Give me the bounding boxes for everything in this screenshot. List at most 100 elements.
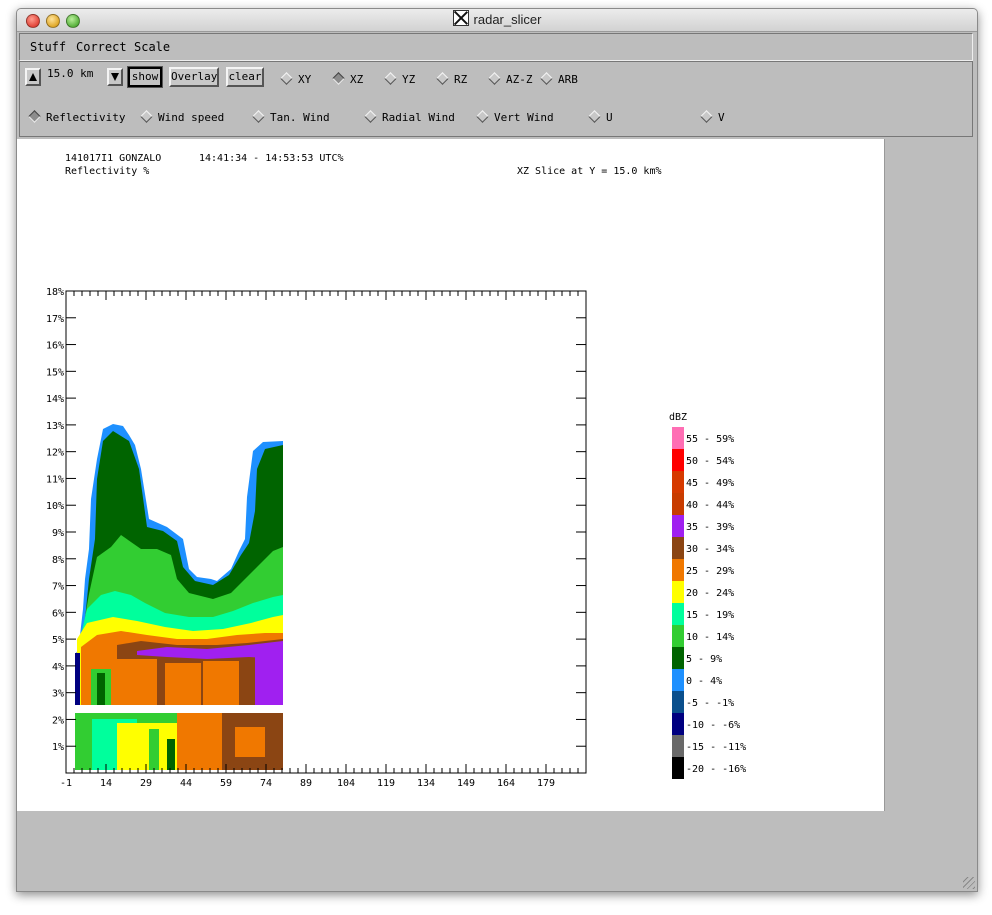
legend-swatch bbox=[672, 581, 684, 603]
plot-time-range: 14:41:34 - 14:53:53 UTC% bbox=[199, 153, 344, 164]
plot-field-label: Reflectivity % bbox=[65, 166, 149, 177]
legend-swatch bbox=[672, 757, 684, 779]
color-legend: 55 - 59% 50 - 54% 45 - 49% 40 - 44% 35 - 39%… bbox=[672, 427, 746, 779]
legend-label: 45 - 49% bbox=[686, 478, 734, 489]
field-reflectivity[interactable]: Reflectivity bbox=[28, 110, 125, 124]
app-window: radar_slicer Stuff Correct Scale 15.0 km… bbox=[16, 8, 978, 892]
y-tick-label: 18% bbox=[46, 287, 64, 298]
slice-mode-az-z[interactable]: AZ-Z bbox=[488, 72, 533, 86]
x-tick-label: 14 bbox=[100, 778, 112, 789]
overlay-button[interactable]: Overlay bbox=[169, 67, 219, 87]
x-tick-label: 149 bbox=[457, 778, 475, 789]
radio-diamond-icon bbox=[252, 110, 265, 123]
radio-diamond-icon bbox=[332, 72, 345, 85]
legend-swatch bbox=[672, 691, 684, 713]
menu-stuff[interactable]: Stuff bbox=[30, 40, 66, 54]
y-tick-label: 15% bbox=[46, 367, 64, 378]
title-bar: radar_slicer bbox=[17, 9, 977, 32]
field-region bbox=[235, 727, 265, 757]
slice-mode-arb[interactable]: ARB bbox=[540, 72, 578, 86]
legend-label: 5 - 9% bbox=[686, 654, 722, 665]
x-tick-label: 104 bbox=[337, 778, 355, 789]
resize-grip-icon[interactable] bbox=[963, 877, 975, 889]
y-tick-label: 4% bbox=[52, 662, 64, 673]
x-tick-label: -1 bbox=[60, 778, 72, 789]
x-tick-label: 89 bbox=[300, 778, 312, 789]
height-value: 15.0 km bbox=[47, 67, 94, 80]
slice-mode-rz[interactable]: RZ bbox=[436, 72, 467, 86]
canvas-margin bbox=[884, 139, 977, 811]
legend-label: 40 - 44% bbox=[686, 500, 734, 511]
field-wind-speed[interactable]: Wind speed bbox=[140, 110, 224, 124]
x-axis-labels: -1 14 29 44 59 74 89 104 119 134 149 164 179 bbox=[60, 778, 555, 789]
reflectivity-field bbox=[75, 424, 283, 770]
legend-title: dBZ bbox=[669, 412, 687, 423]
radio-diamond-icon bbox=[436, 72, 449, 85]
x-tick-label: 164 bbox=[497, 778, 515, 789]
plot-canvas[interactable]: 141017I1 GONZALO 14:41:34 - 14:53:53 UTC… bbox=[17, 139, 884, 811]
legend-swatch bbox=[672, 515, 684, 537]
slice-mode-xy[interactable]: XY bbox=[280, 72, 311, 86]
y-tick-label: 9% bbox=[52, 528, 64, 539]
field-u[interactable]: U bbox=[588, 110, 613, 124]
y-tick-label: 13% bbox=[46, 421, 64, 432]
field-radial-wind[interactable]: Radial Wind bbox=[364, 110, 455, 124]
legend-label: 55 - 59% bbox=[686, 434, 734, 445]
legend-swatch bbox=[672, 427, 684, 449]
x-tick-label: 179 bbox=[537, 778, 555, 789]
menu-correct[interactable]: Correct bbox=[76, 40, 127, 54]
x-tick-label: 44 bbox=[180, 778, 192, 789]
legend-swatch bbox=[672, 603, 684, 625]
legend-label: 30 - 34% bbox=[686, 544, 734, 555]
legend-swatch bbox=[672, 625, 684, 647]
field-region bbox=[255, 647, 283, 705]
field-region bbox=[149, 729, 159, 770]
bottom-panel bbox=[17, 811, 977, 891]
clear-button[interactable]: clear bbox=[226, 67, 264, 87]
radar-slice-plot: 141017I1 GONZALO 14:41:34 - 14:53:53 UTC… bbox=[46, 153, 746, 789]
menu-scale[interactable]: Scale bbox=[134, 40, 170, 54]
plot-header-title: 141017I1 GONZALO bbox=[65, 153, 161, 164]
x11-app-icon bbox=[452, 10, 469, 26]
x-tick-label: 119 bbox=[377, 778, 395, 789]
y-tick-label: 16% bbox=[46, 341, 64, 352]
field-tan-wind[interactable]: Tan. Wind bbox=[252, 110, 330, 124]
radio-diamond-icon bbox=[476, 110, 489, 123]
legend-label: -10 - -6% bbox=[686, 720, 740, 731]
y-tick-label: 3% bbox=[52, 689, 64, 700]
legend-swatch bbox=[672, 493, 684, 515]
radio-diamond-icon bbox=[540, 72, 553, 85]
slice-mode-xz[interactable]: XZ bbox=[332, 72, 363, 86]
x-tick-label: 59 bbox=[220, 778, 232, 789]
legend-label: 50 - 54% bbox=[686, 456, 734, 467]
radio-diamond-icon bbox=[280, 72, 293, 85]
legend-swatch bbox=[672, 471, 684, 493]
height-down-button[interactable] bbox=[107, 68, 123, 86]
window-title: radar_slicer bbox=[473, 12, 542, 27]
legend-swatch bbox=[672, 449, 684, 471]
height-up-button[interactable] bbox=[25, 68, 41, 86]
y-tick-label: 7% bbox=[52, 582, 64, 593]
x-tick-label: 74 bbox=[260, 778, 272, 789]
y-tick-label: 11% bbox=[46, 474, 64, 485]
y-tick-label: 12% bbox=[46, 448, 64, 459]
legend-swatch bbox=[672, 713, 684, 735]
field-region bbox=[167, 739, 175, 770]
legend-label: 25 - 29% bbox=[686, 566, 734, 577]
x-tick-label: 134 bbox=[417, 778, 435, 789]
field-vert-wind[interactable]: Vert Wind bbox=[476, 110, 554, 124]
y-tick-label: 10% bbox=[46, 501, 64, 512]
legend-label: 0 - 4% bbox=[686, 676, 722, 687]
y-tick-label: 14% bbox=[46, 394, 64, 405]
field-v[interactable]: V bbox=[700, 110, 725, 124]
legend-label: 20 - 24% bbox=[686, 588, 734, 599]
y-tick-label: 2% bbox=[52, 715, 64, 726]
field-region bbox=[177, 713, 227, 770]
show-button[interactable]: show bbox=[127, 66, 163, 88]
slice-mode-yz[interactable]: YZ bbox=[384, 72, 415, 86]
y-tick-label: 5% bbox=[52, 635, 64, 646]
legend-swatch bbox=[672, 735, 684, 757]
toolbar: 15.0 km show Overlay clear XY XZ YZ RZ A… bbox=[19, 61, 973, 137]
legend-swatch bbox=[672, 559, 684, 581]
field-region bbox=[165, 663, 201, 705]
